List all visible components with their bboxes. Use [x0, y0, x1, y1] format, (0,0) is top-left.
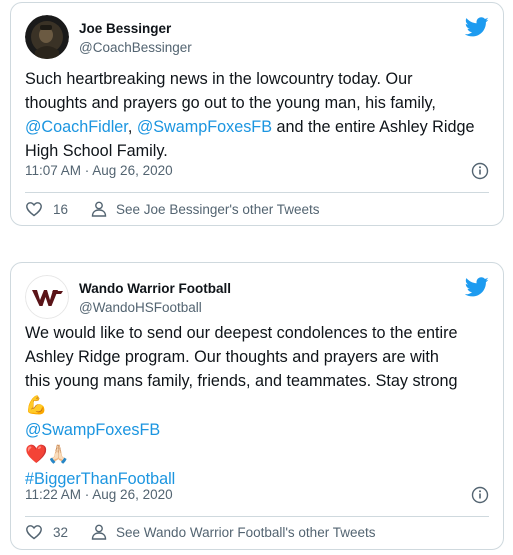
separator-text: , — [127, 118, 137, 136]
tweet-actions: 16 See Joe Bessinger's other Tweets — [25, 198, 489, 220]
heart-icon[interactable] — [25, 200, 43, 218]
mention-link[interactable]: @SwampFoxesFB — [137, 118, 272, 136]
author-name[interactable]: Wando Warrior Football — [79, 281, 231, 296]
tweet-text-line: thoughts and prayers go out to the young… — [25, 94, 436, 112]
like-count[interactable]: 32 — [53, 525, 68, 540]
tweet-text-line: ❤️🙏🏻 — [25, 442, 489, 467]
tweet-text-line: Ashley Ridge program. Our thoughts and p… — [25, 348, 439, 366]
timestamp-link[interactable]: 11:22 AM · Aug 26, 2020 — [25, 487, 173, 502]
tweet-text-line: We would like to send our deepest condol… — [25, 324, 458, 342]
heart-icon[interactable] — [25, 523, 43, 541]
mention-link[interactable]: @SwampFoxesFB — [25, 421, 160, 439]
info-icon[interactable] — [471, 162, 489, 180]
tweet-text-fragment: and the entire Ashley Ridge — [272, 118, 475, 136]
author-handle[interactable]: @CoachBessinger — [79, 40, 192, 55]
tweet-text-line: this young mans family, friends, and tea… — [25, 372, 458, 390]
tweet-text-line: High School Family. — [25, 142, 168, 160]
folded-hands-emoji: 🙏🏻 — [47, 444, 70, 464]
avatar[interactable] — [25, 15, 69, 59]
twitter-bird-icon[interactable] — [465, 15, 489, 39]
divider — [25, 516, 489, 517]
person-icon[interactable] — [90, 523, 108, 541]
tweet-card[interactable]: Joe Bessinger @CoachBessinger Such heart… — [10, 2, 504, 226]
tweet-text-line: 💪 — [25, 393, 489, 418]
like-count[interactable]: 16 — [53, 202, 68, 217]
hashtag-link[interactable]: #BiggerThanFootball — [25, 470, 175, 488]
tweet-text: We would like to send our deepest condol… — [25, 321, 489, 491]
twitter-bird-icon[interactable] — [465, 275, 489, 299]
tweet-text: Such heartbreaking news in the lowcountr… — [25, 67, 489, 163]
see-other-tweets-link[interactable]: See Wando Warrior Football's other Tweet… — [116, 525, 375, 540]
author-handle[interactable]: @WandoHSFootball — [79, 300, 202, 315]
tweet-card[interactable]: Wando Warrior Football @WandoHSFootball … — [10, 262, 504, 550]
red-heart-emoji: ❤️ — [25, 444, 48, 464]
tweet-text-line: @CoachFidler, @SwampFoxesFB and the enti… — [25, 115, 489, 139]
info-icon[interactable] — [471, 486, 489, 504]
timestamp-link[interactable]: 11:07 AM · Aug 26, 2020 — [25, 163, 173, 178]
tweet-text-line: Such heartbreaking news in the lowcountr… — [25, 70, 413, 88]
flexed-biceps-emoji: 💪 — [25, 395, 48, 415]
divider — [25, 192, 489, 193]
person-icon[interactable] — [90, 200, 108, 218]
tweet-actions: 32 See Wando Warrior Football's other Tw… — [25, 521, 489, 543]
tweet-text-line: @SwampFoxesFB — [25, 418, 489, 442]
mention-link[interactable]: @CoachFidler — [25, 118, 128, 136]
author-name[interactable]: Joe Bessinger — [79, 21, 171, 36]
avatar[interactable] — [25, 275, 69, 319]
see-other-tweets-link[interactable]: See Joe Bessinger's other Tweets — [116, 202, 319, 217]
